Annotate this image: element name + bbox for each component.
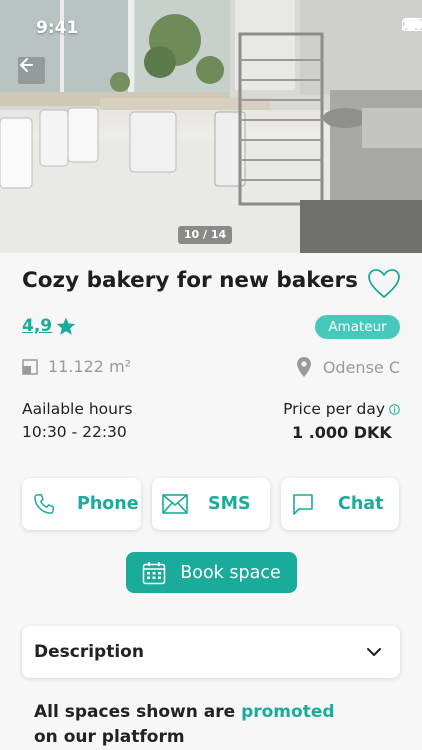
- back-arrow-icon: [20, 58, 33, 72]
- promo-highlight: promoted: [241, 702, 335, 722]
- status-bar: 9:41: [0, 0, 422, 52]
- description-accordion[interactable]: Description: [22, 626, 400, 678]
- favorite-heart-icon[interactable]: [367, 268, 401, 300]
- promo-text-end: on our platform: [34, 727, 185, 747]
- price-label: Price per day: [283, 400, 385, 418]
- book-space-label: Book space: [180, 562, 281, 583]
- book-space-button[interactable]: Book space: [126, 552, 297, 593]
- chat-icon: [293, 494, 313, 515]
- promo-text: All spaces shown are promoted on our pla…: [34, 700, 354, 750]
- sms-button[interactable]: SMS: [152, 478, 270, 530]
- level-badge: Amateur: [315, 315, 400, 339]
- listing-title: Cozy bakery for new bakers: [22, 268, 358, 293]
- chat-button[interactable]: Chat: [281, 478, 399, 530]
- gallery-counter: 10 / 14: [178, 226, 232, 244]
- hero-photo[interactable]: 9:41 10 / 14: [0, 0, 422, 253]
- area-icon: [22, 358, 38, 375]
- promo-text-start: All spaces shown are: [34, 702, 242, 722]
- hours-label: Aailable hours: [22, 400, 133, 418]
- status-time: 9:41: [36, 18, 79, 38]
- phone-button[interactable]: Phone: [22, 478, 141, 530]
- phone-label: Phone: [77, 494, 139, 514]
- battery-icon: [402, 18, 422, 31]
- rating-value[interactable]: 4,9: [22, 316, 52, 336]
- location-value: Odense C: [322, 357, 400, 377]
- back-button[interactable]: [18, 57, 45, 84]
- rating[interactable]: 4,9: [22, 316, 76, 336]
- area-value: 11.122 m²: [48, 357, 132, 376]
- mail-icon: [162, 494, 188, 514]
- chat-label: Chat: [338, 494, 384, 514]
- area-info: 11.122 m²: [22, 357, 131, 376]
- price-label-row: Price per day: [283, 400, 400, 418]
- location-info[interactable]: Odense C: [296, 357, 400, 377]
- phone-icon: [34, 494, 54, 514]
- info-icon[interactable]: [389, 403, 400, 415]
- chevron-down-icon[interactable]: [366, 644, 382, 660]
- calendar-icon: [143, 561, 166, 584]
- star-icon: [56, 317, 76, 335]
- location-pin-icon: [296, 357, 311, 377]
- hours-value: 10:30 - 22:30: [22, 423, 127, 441]
- sms-label: SMS: [208, 494, 251, 514]
- description-title: Description: [34, 642, 144, 662]
- price-value: 1 .000 DKK: [292, 423, 392, 442]
